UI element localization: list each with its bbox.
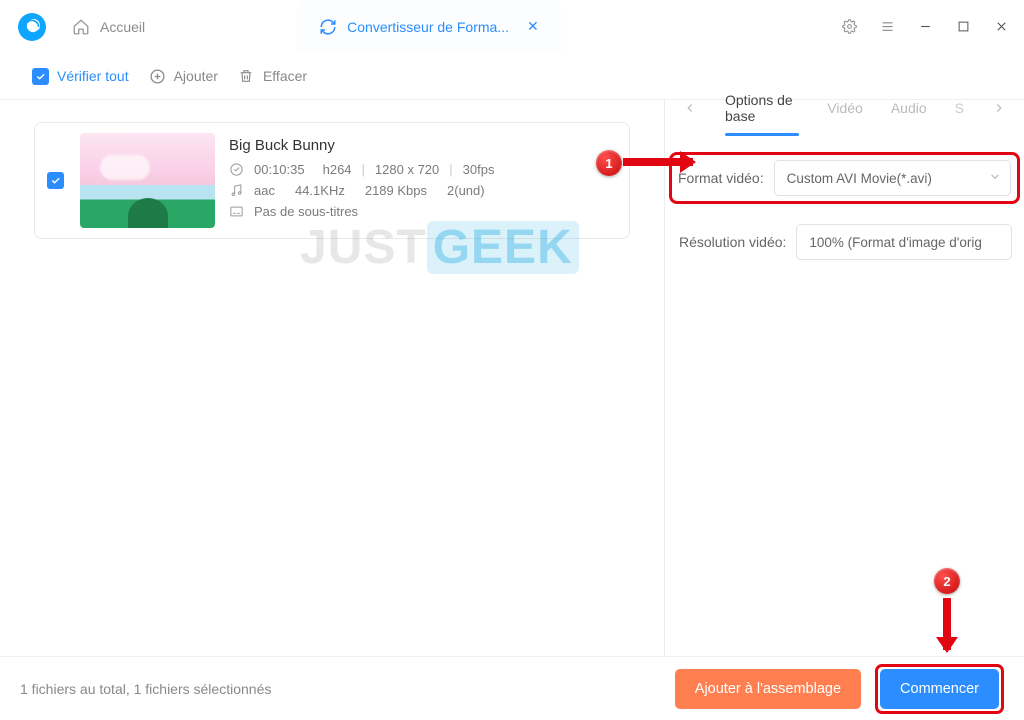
clear-button[interactable]: Effacer bbox=[238, 68, 307, 85]
tab-home[interactable]: Accueil bbox=[64, 0, 167, 53]
subtitle-icon bbox=[229, 204, 244, 219]
window-close-icon[interactable] bbox=[982, 8, 1020, 46]
file-acodec: aac bbox=[254, 183, 275, 198]
file-arate: 44.1KHz bbox=[295, 183, 345, 198]
trash-icon bbox=[238, 68, 255, 85]
tab-converter[interactable]: Convertisseur de Forma... ✕ bbox=[297, 0, 561, 53]
annotation-badge-1: 1 bbox=[596, 150, 622, 176]
tab-converter-label: Convertisseur de Forma... bbox=[347, 19, 509, 35]
file-list-pane: Big Buck Bunny 00:10:35 h264 | 1280 x 72… bbox=[0, 100, 664, 656]
file-checkbox[interactable] bbox=[47, 172, 64, 189]
verify-all[interactable]: Vérifier tout bbox=[32, 68, 129, 85]
file-subtitle: Pas de sous-titres bbox=[254, 204, 358, 219]
tab-options-base[interactable]: Options de base bbox=[725, 92, 799, 124]
add-to-assembly-button[interactable]: Ajouter à l'assemblage bbox=[675, 669, 861, 709]
chevron-down-icon bbox=[988, 170, 1002, 187]
tab-options-video[interactable]: Vidéo bbox=[827, 100, 863, 116]
add-button[interactable]: Ajouter bbox=[149, 68, 218, 85]
settings-icon[interactable] bbox=[830, 8, 868, 46]
file-count-status: 1 fichiers au total, 1 fichiers sélectio… bbox=[20, 681, 271, 697]
plus-circle-icon bbox=[149, 68, 166, 85]
start-button[interactable]: Commencer bbox=[880, 669, 999, 709]
video-format-value: Custom AVI Movie(*.avi) bbox=[787, 171, 932, 186]
refresh-icon bbox=[319, 18, 337, 36]
status-bar: 1 fichiers au total, 1 fichiers sélectio… bbox=[0, 656, 1024, 720]
tabs-prev-icon[interactable] bbox=[683, 100, 697, 116]
verify-label: Vérifier tout bbox=[57, 68, 129, 84]
tab-options-audio[interactable]: Audio bbox=[891, 100, 927, 116]
menu-icon[interactable] bbox=[868, 8, 906, 46]
file-card[interactable]: Big Buck Bunny 00:10:35 h264 | 1280 x 72… bbox=[34, 122, 630, 239]
tab-home-label: Accueil bbox=[100, 19, 145, 35]
annotation-arrow-1 bbox=[623, 158, 693, 166]
video-thumbnail bbox=[80, 133, 215, 228]
file-title: Big Buck Bunny bbox=[229, 137, 619, 154]
annotation-badge-2: 2 bbox=[934, 568, 960, 594]
video-info-icon bbox=[229, 162, 244, 177]
window-maximize-icon[interactable] bbox=[944, 8, 982, 46]
file-resolution: 1280 x 720 bbox=[375, 162, 439, 177]
tabs-next-icon[interactable] bbox=[992, 100, 1006, 116]
home-icon bbox=[72, 18, 90, 36]
video-resolution-select[interactable]: 100% (Format d'image d'orig bbox=[796, 224, 1012, 260]
file-abitrate: 2189 Kbps bbox=[365, 183, 427, 198]
options-pane: Options de base Vidéo Audio S Format vid… bbox=[664, 100, 1024, 656]
app-logo-icon bbox=[18, 13, 46, 41]
file-fps: 30fps bbox=[463, 162, 495, 177]
file-vcodec: h264 bbox=[323, 162, 352, 177]
annotation-highlight-start: Commencer bbox=[875, 664, 1004, 714]
checkbox-checked-icon bbox=[32, 68, 49, 85]
file-duration: 00:10:35 bbox=[254, 162, 305, 177]
file-channels: 2(und) bbox=[447, 183, 485, 198]
clear-label: Effacer bbox=[263, 68, 307, 84]
video-format-select[interactable]: Custom AVI Movie(*.avi) bbox=[774, 160, 1011, 196]
add-label: Ajouter bbox=[174, 68, 218, 84]
titlebar: Accueil Convertisseur de Forma... ✕ bbox=[0, 0, 1024, 53]
tab-options-more[interactable]: S bbox=[955, 100, 964, 116]
video-resolution-value: 100% (Format d'image d'orig bbox=[809, 235, 981, 250]
video-resolution-label: Résolution vidéo: bbox=[679, 234, 786, 250]
annotation-arrow-2 bbox=[943, 598, 951, 650]
music-note-icon bbox=[229, 183, 244, 198]
annotation-highlight-format: Format vidéo: Custom AVI Movie(*.avi) bbox=[669, 152, 1020, 204]
window-minimize-icon[interactable] bbox=[906, 8, 944, 46]
tab-close-icon[interactable]: ✕ bbox=[527, 18, 539, 35]
